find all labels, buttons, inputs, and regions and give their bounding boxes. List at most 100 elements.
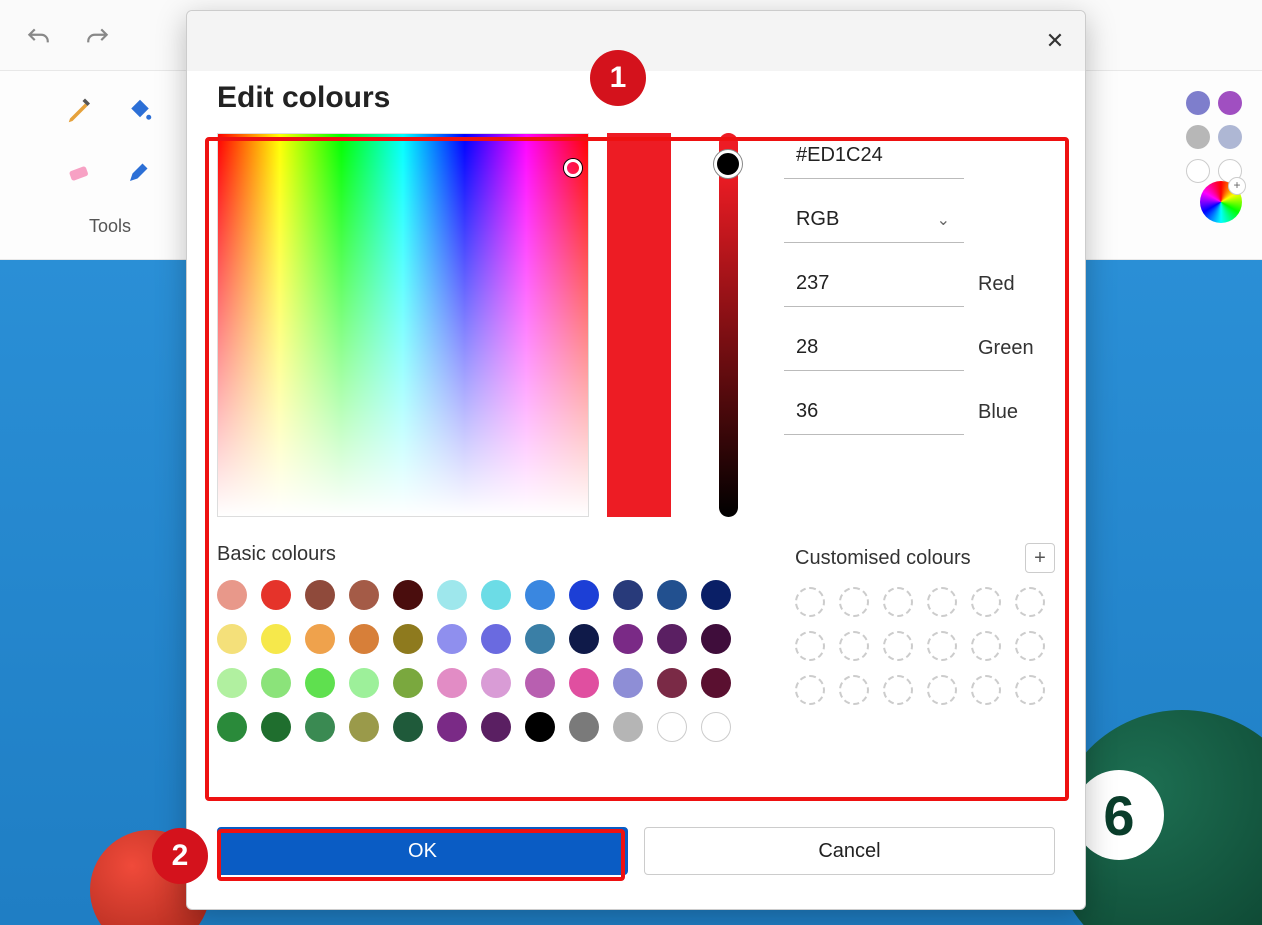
custom-color-slot[interactable] [971,587,1001,617]
basic-color-swatch[interactable] [569,624,599,654]
custom-color-slot[interactable] [927,675,957,705]
custom-color-slot[interactable] [883,675,913,705]
basic-color-swatch[interactable] [569,580,599,610]
basic-color-swatch[interactable] [305,624,335,654]
basic-color-swatch[interactable] [569,712,599,742]
luminance-thumb[interactable] [714,150,742,178]
custom-color-slot[interactable] [839,587,869,617]
plus-icon: + [1034,547,1046,570]
cancel-button[interactable]: Cancel [644,827,1055,875]
custom-color-slot[interactable] [971,631,1001,661]
basic-color-swatch[interactable] [349,624,379,654]
basic-color-swatch[interactable] [613,668,643,698]
basic-color-swatch[interactable] [701,624,731,654]
close-button[interactable]: ✕ [1039,25,1071,57]
custom-color-slot[interactable] [927,631,957,661]
basic-color-swatch[interactable] [437,624,467,654]
palette-swatch[interactable] [1186,125,1210,149]
custom-color-slot[interactable] [927,587,957,617]
tools-label: Tools [50,216,170,237]
basic-color-swatch[interactable] [525,712,555,742]
palette-swatch[interactable] [1186,91,1210,115]
color-spectrum[interactable] [217,133,589,517]
basic-color-swatch[interactable] [481,580,511,610]
basic-color-swatch[interactable] [217,624,247,654]
basic-color-swatch[interactable] [217,668,247,698]
basic-color-swatch[interactable] [349,668,379,698]
fill-tool[interactable] [110,81,170,141]
basic-color-swatch[interactable] [481,712,511,742]
ok-button-label: OK [408,840,437,863]
green-label: Green [978,337,1034,360]
undo-icon [25,25,51,51]
custom-color-slot[interactable] [839,675,869,705]
hex-input[interactable] [784,133,964,179]
basic-color-swatch[interactable] [657,624,687,654]
basic-color-swatch[interactable] [393,580,423,610]
basic-color-swatch[interactable] [393,624,423,654]
basic-color-swatch[interactable] [657,712,687,742]
basic-color-swatch[interactable] [305,668,335,698]
custom-color-slot[interactable] [795,587,825,617]
basic-color-swatch[interactable] [305,580,335,610]
red-input[interactable] [784,261,964,307]
basic-color-swatch[interactable] [613,712,643,742]
basic-color-swatch[interactable] [261,624,291,654]
basic-color-swatch[interactable] [437,668,467,698]
edit-colors-button[interactable] [1200,181,1242,223]
color-mode-select[interactable]: RGB ⌄ [784,197,964,243]
redo-button[interactable] [78,18,118,58]
eyedropper-tool[interactable] [110,141,170,201]
basic-color-swatch[interactable] [569,668,599,698]
basic-colors-label: Basic colours [217,543,336,566]
custom-color-slot[interactable] [1015,631,1045,661]
fill-icon [125,96,155,126]
basic-color-swatch[interactable] [393,668,423,698]
basic-color-swatch[interactable] [657,580,687,610]
palette-swatch-empty[interactable] [1186,159,1210,183]
custom-color-slot[interactable] [1015,587,1045,617]
luminance-slider[interactable] [719,133,738,517]
basic-color-swatch[interactable] [437,712,467,742]
basic-color-swatch[interactable] [701,668,731,698]
custom-color-slot[interactable] [795,675,825,705]
green-input[interactable] [784,325,964,371]
basic-color-swatch[interactable] [613,624,643,654]
eraser-tool[interactable] [50,141,110,201]
basic-color-swatch[interactable] [261,668,291,698]
basic-color-swatch[interactable] [305,712,335,742]
blue-input[interactable] [784,389,964,435]
basic-color-swatch[interactable] [525,668,555,698]
pencil-tool[interactable] [50,81,110,141]
undo-button[interactable] [18,18,58,58]
basic-color-swatch[interactable] [349,712,379,742]
basic-color-swatch[interactable] [261,580,291,610]
custom-color-slot[interactable] [883,631,913,661]
basic-color-swatch[interactable] [217,580,247,610]
basic-color-swatch[interactable] [525,624,555,654]
add-custom-color-button[interactable]: + [1025,543,1055,573]
custom-color-slot[interactable] [1015,675,1045,705]
custom-color-slot[interactable] [795,631,825,661]
basic-color-swatch[interactable] [437,580,467,610]
custom-color-slot[interactable] [883,587,913,617]
basic-color-swatch[interactable] [481,668,511,698]
basic-color-swatch[interactable] [657,668,687,698]
basic-color-swatch[interactable] [525,580,555,610]
custom-colors-label: Customised colours [795,547,971,570]
basic-color-swatch[interactable] [261,712,291,742]
basic-color-swatch[interactable] [701,712,731,742]
ok-button[interactable]: OK [217,827,628,875]
spectrum-cursor[interactable] [564,159,582,177]
palette-swatch[interactable] [1218,125,1242,149]
custom-color-slot[interactable] [839,631,869,661]
custom-color-slot[interactable] [971,675,1001,705]
basic-color-swatch[interactable] [217,712,247,742]
basic-color-swatch[interactable] [613,580,643,610]
basic-color-swatch[interactable] [393,712,423,742]
basic-color-swatch[interactable] [349,580,379,610]
basic-color-swatch[interactable] [701,580,731,610]
palette-swatch[interactable] [1218,91,1242,115]
chevron-down-icon: ⌄ [937,210,950,230]
basic-color-swatch[interactable] [481,624,511,654]
